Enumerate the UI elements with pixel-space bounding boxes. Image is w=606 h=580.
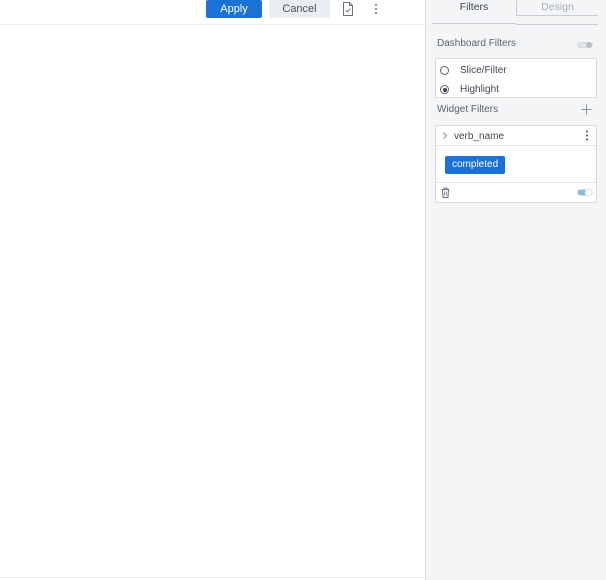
chevron-right-icon[interactable]	[442, 131, 448, 140]
dashboard-filters-title: Dashboard Filters	[437, 38, 516, 49]
trash-icon[interactable]	[441, 187, 450, 198]
radio-circle-checked[interactable]	[440, 85, 449, 94]
more-vertical-icon[interactable]	[370, 1, 382, 17]
filter-mode-group: Slice/Filter Highlight	[435, 58, 597, 98]
dashboard-filters-toggle[interactable]	[577, 40, 593, 48]
filter-card-divider	[436, 182, 596, 183]
document-check-icon[interactable]	[341, 1, 355, 17]
widget-toolbar: Apply Cancel	[0, 0, 425, 25]
apply-button[interactable]: Apply	[206, 0, 262, 18]
canvas-divider	[0, 577, 425, 578]
filter-field-name: verb_name	[454, 131, 505, 142]
widget-filter-card: verb_name completed	[435, 125, 597, 203]
panel-tabs: Filters Design	[426, 0, 606, 26]
widget-filters-title: Widget Filters	[437, 104, 499, 115]
cancel-button[interactable]: Cancel	[269, 0, 330, 18]
filter-value-chip[interactable]: completed	[445, 156, 506, 174]
widget-canvas: Apply Cancel	[0, 0, 425, 580]
radio-label: Slice/Filter	[460, 65, 507, 76]
radio-circle[interactable]	[440, 66, 449, 75]
add-filter-icon[interactable]	[581, 104, 592, 115]
filter-enabled-toggle[interactable]	[577, 188, 593, 197]
more-vertical-icon[interactable]	[584, 129, 590, 142]
tab-design[interactable]: Design	[516, 0, 598, 16]
tab-filters[interactable]: Filters	[432, 0, 516, 24]
filter-card-header[interactable]: verb_name	[436, 126, 596, 146]
tab-underline	[516, 24, 598, 25]
filters-panel: Filters Design Dashboard Filters Slice/F…	[425, 0, 606, 580]
radio-label: Highlight	[460, 84, 499, 95]
